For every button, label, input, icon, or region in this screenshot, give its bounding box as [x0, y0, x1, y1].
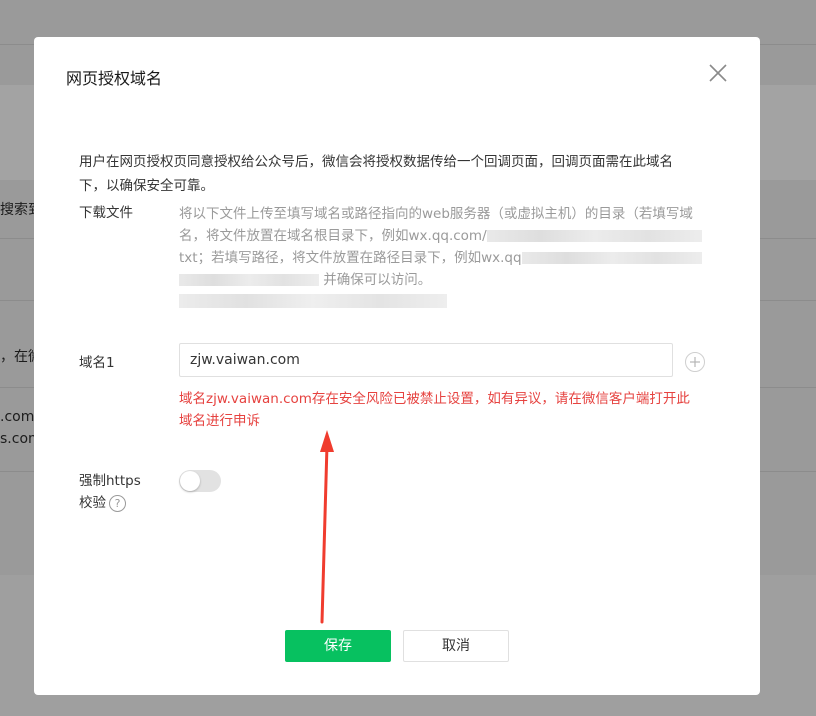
download-desc-line: txt；若填写路径，将文件放置在路径目录下，例如wx.qq	[179, 250, 522, 266]
background-text: .com	[0, 409, 35, 425]
cancel-button[interactable]: 取消	[403, 630, 509, 662]
help-icon[interactable]: ?	[109, 494, 126, 512]
close-button[interactable]	[706, 61, 730, 85]
redacted-path	[179, 274, 319, 286]
redacted-path	[521, 252, 702, 264]
intro-text: 用户在网页授权页同意授权给公众号后，微信会将授权数据传给一个回调页面，回调页面需…	[79, 154, 673, 194]
domain-auth-dialog: 网页授权域名 用户在网页授权页同意授权给公众号后，微信会将授权数据传给一个回调页…	[34, 37, 760, 695]
download-desc-line: 名，将文件放置在域名根目录下，例如wx.qq.com/	[179, 228, 487, 244]
https-label-line: 强制https	[79, 473, 141, 489]
toggle-knob	[180, 471, 200, 491]
dialog-title: 网页授权域名	[66, 69, 163, 88]
plus-icon	[690, 357, 700, 367]
download-label: 下载文件	[79, 205, 133, 221]
save-button[interactable]: 保存	[285, 630, 391, 662]
redacted-filename	[486, 230, 702, 242]
domain-error-message: 域名zjw.vaiwan.com存在安全风险已被禁止设置，如有异议，请在微信客户…	[179, 391, 690, 429]
https-label-line: 校验	[79, 495, 106, 511]
redacted-file-link[interactable]	[179, 294, 447, 308]
add-domain-button[interactable]	[685, 352, 705, 372]
download-desc-line: 将以下文件上传至填写域名或路径指向的web服务器（或虚拟主机）的目录（若填写域	[179, 206, 693, 222]
download-description: 将以下文件上传至填写域名或路径指向的web服务器（或虚拟主机）的目录（若填写域 …	[179, 203, 724, 291]
domain-label: 域名1	[79, 355, 115, 371]
download-desc-line: 并确保可以访问。	[323, 272, 432, 288]
close-icon	[709, 64, 727, 82]
https-label: 强制https 校验?	[79, 470, 141, 514]
https-toggle[interactable]	[179, 470, 221, 492]
domain-input[interactable]: zjw.vaiwan.com	[179, 343, 673, 377]
